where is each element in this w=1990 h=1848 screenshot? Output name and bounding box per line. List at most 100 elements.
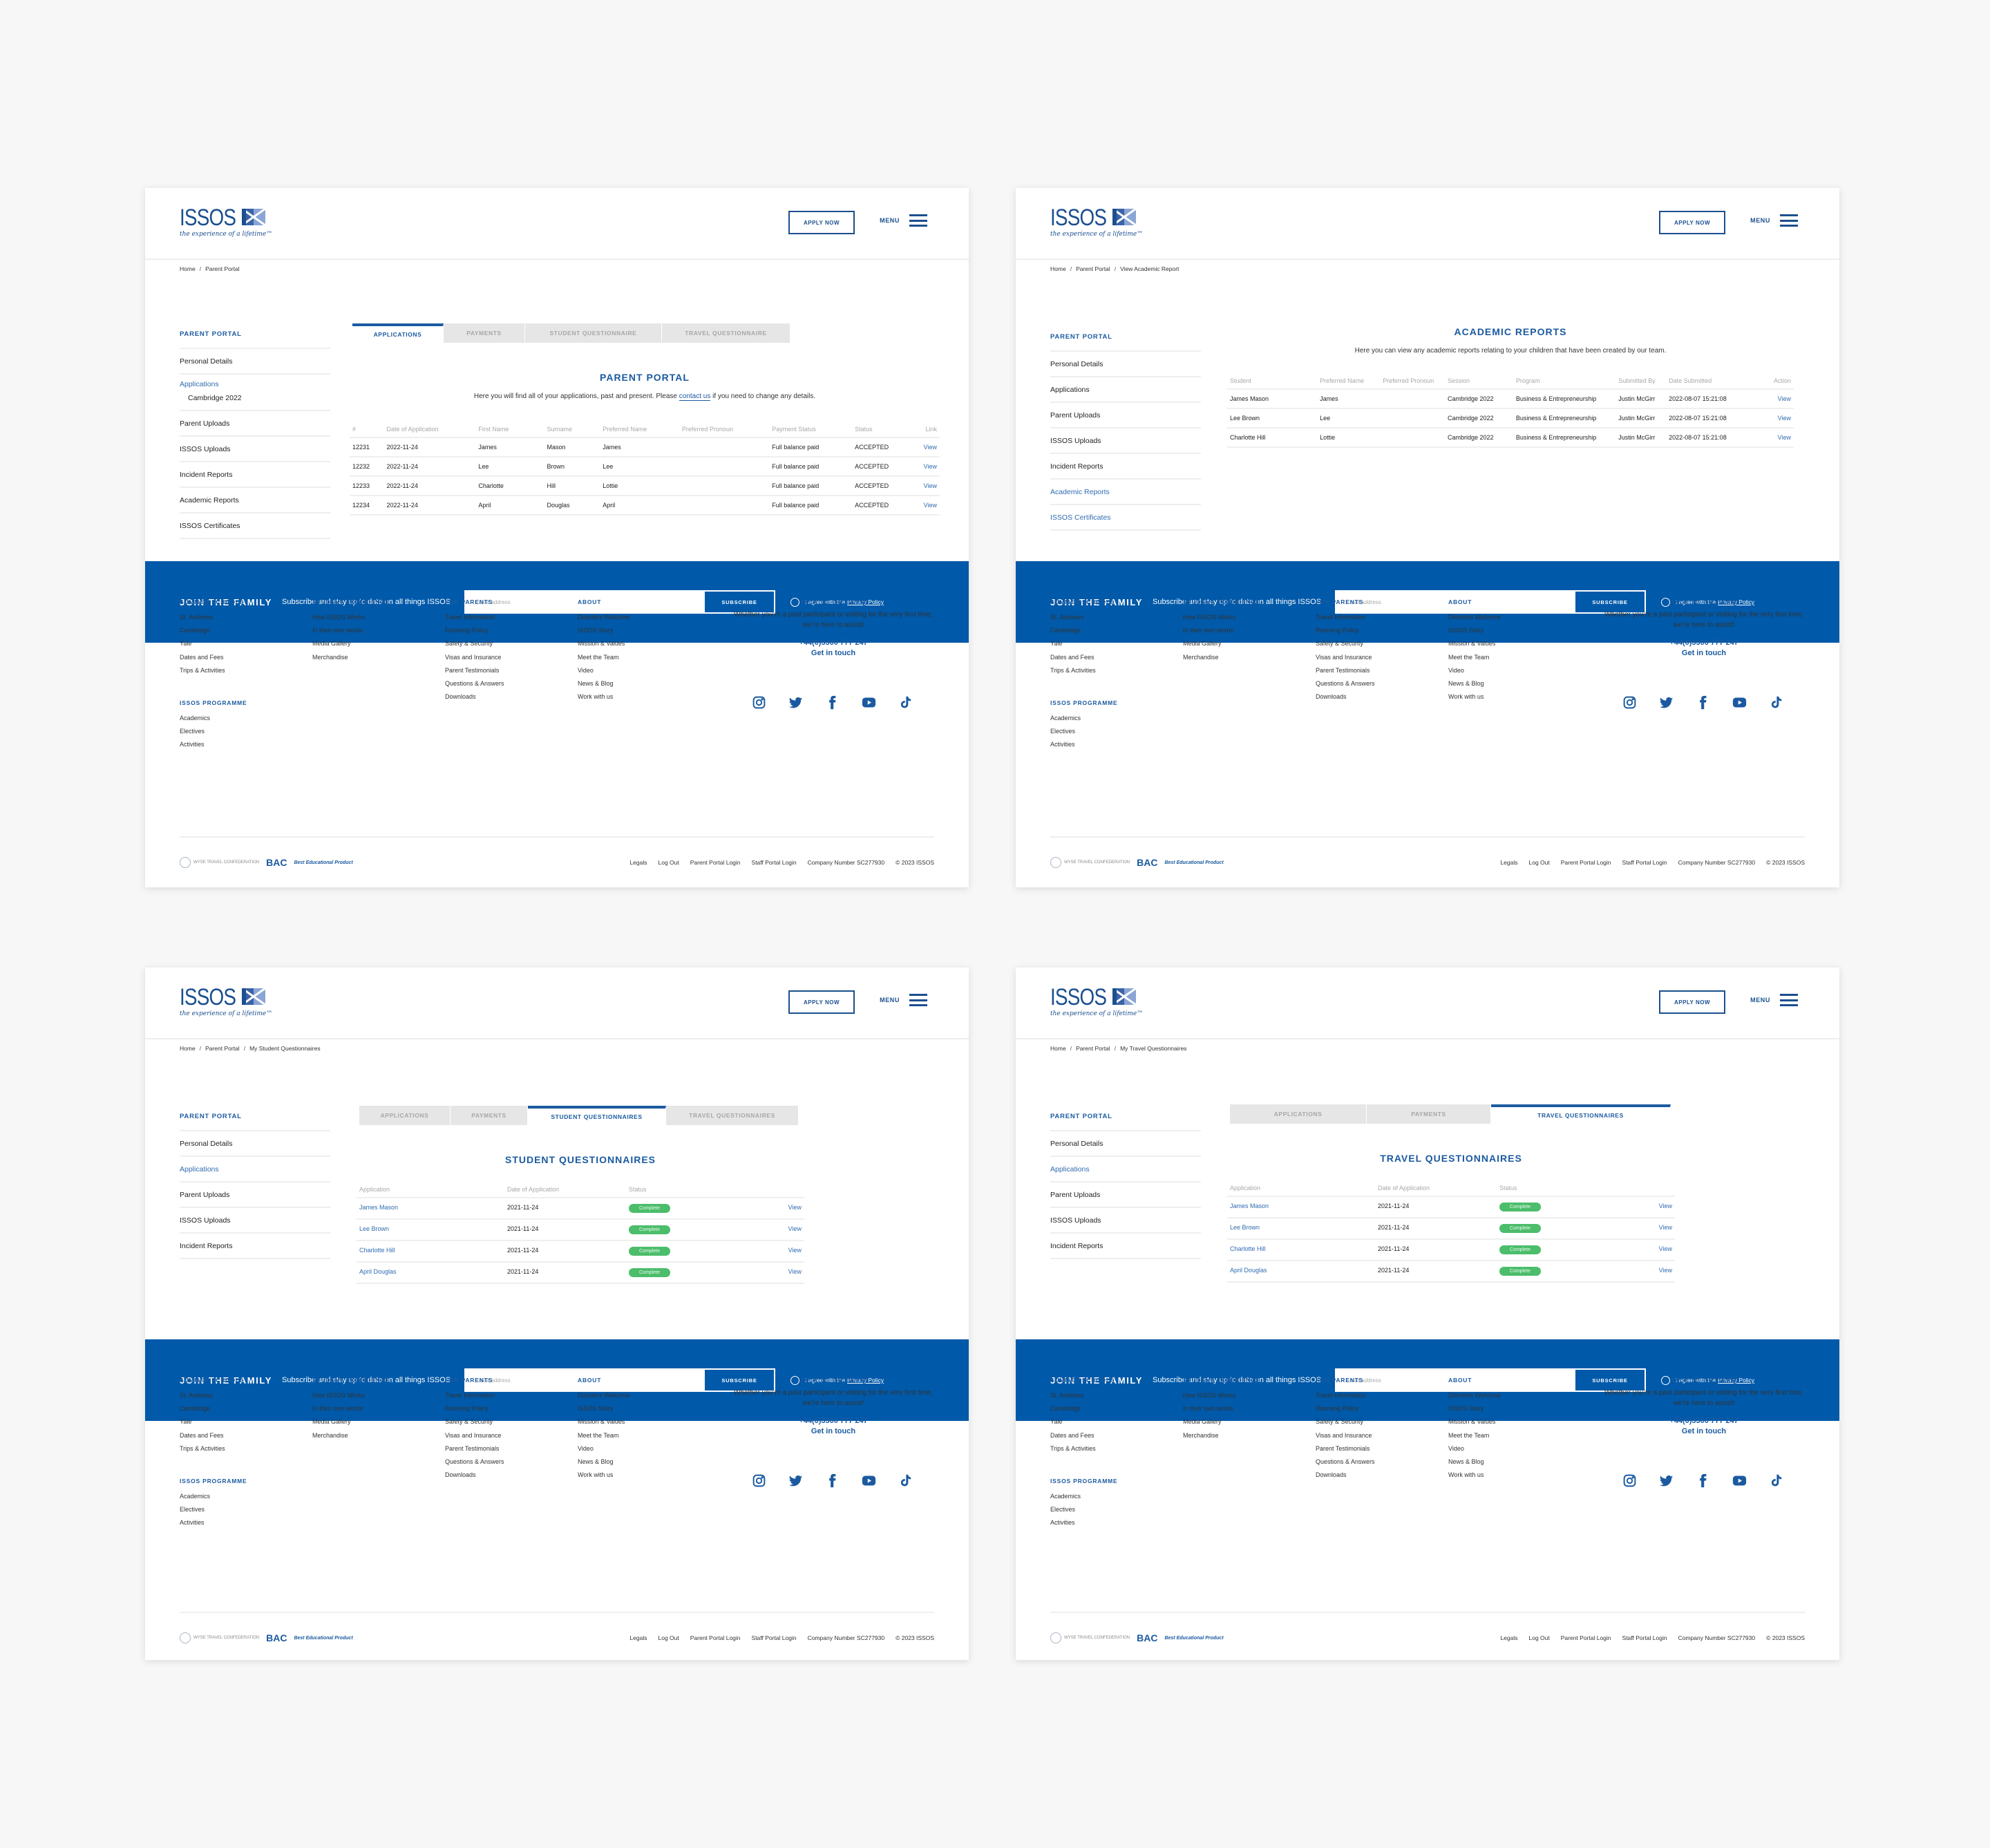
breadcrumb-item[interactable]: Home — [180, 265, 196, 272]
application-link[interactable]: April Douglas — [357, 1262, 504, 1284]
view-link[interactable]: View — [1757, 428, 1794, 448]
footer-link[interactable]: Downloads — [445, 690, 504, 704]
footer-link[interactable]: Video — [578, 664, 630, 677]
footer-link[interactable]: How ISSOS Works — [1183, 611, 1260, 624]
footer-link[interactable]: Electives — [1050, 1503, 1117, 1516]
footer-link[interactable]: Meet the Team — [578, 651, 630, 664]
footer-link[interactable]: Yale — [1050, 637, 1115, 650]
tab-applications[interactable]: APPLICATIONS — [1230, 1104, 1367, 1124]
hamburger-icon[interactable] — [1780, 994, 1798, 1006]
sidebar-subitem[interactable]: Cambridge 2022 — [180, 393, 330, 411]
instagram-icon[interactable] — [1622, 695, 1637, 713]
view-link[interactable]: View — [764, 1198, 804, 1220]
footer-link[interactable]: Trips & Activities — [1050, 664, 1115, 677]
footer-link[interactable]: Safety & Security — [1316, 1415, 1375, 1429]
view-link[interactable]: View — [764, 1241, 804, 1263]
legal-link[interactable]: Log Out — [658, 859, 679, 866]
footer-link[interactable]: Safety & Security — [445, 637, 504, 650]
breadcrumb-item[interactable]: Parent Portal — [1076, 1045, 1110, 1052]
contact-us-link[interactable]: contact us — [679, 393, 711, 401]
tab-applications[interactable]: APPLICATIONS — [352, 323, 444, 343]
issos-logo[interactable]: ISSOS the experience of a lifetime™ — [180, 206, 276, 238]
footer-link[interactable]: Dates and Fees — [1050, 651, 1115, 664]
view-link[interactable]: View — [1757, 408, 1794, 428]
youtube-icon[interactable] — [862, 695, 876, 713]
footer-link[interactable]: Rooming Policy — [445, 624, 504, 637]
get-in-touch-link[interactable]: Get in touch — [1603, 649, 1805, 657]
sidebar-item-issos-certificates[interactable]: ISSOS Certificates — [1050, 505, 1201, 531]
footer-link[interactable]: Electives — [180, 1503, 247, 1516]
menu-button[interactable]: MENU — [1750, 214, 1798, 227]
facebook-icon[interactable] — [825, 1473, 840, 1491]
legal-link[interactable]: Legals — [1500, 859, 1517, 866]
tab-student-questionnaires[interactable]: STUDENT QUESTIONNAIRES — [528, 1106, 666, 1125]
footer-link[interactable]: Academics — [1050, 712, 1117, 725]
footer-link[interactable]: Questions & Answers — [1316, 677, 1375, 690]
view-link[interactable]: View — [915, 457, 940, 477]
footer-link[interactable]: St. Andrews — [180, 611, 244, 624]
footer-link[interactable]: Dates and Fees — [180, 1429, 244, 1442]
footer-link[interactable]: Dates and Fees — [1050, 1429, 1115, 1442]
footer-link[interactable]: Dates and Fees — [180, 651, 244, 664]
footer-link[interactable]: Safety & Security — [445, 1415, 504, 1429]
footer-link[interactable]: Mission & Values — [578, 637, 630, 650]
facebook-icon[interactable] — [1696, 695, 1710, 713]
footer-link[interactable]: Travel Information — [1316, 611, 1375, 624]
legal-link[interactable]: Staff Portal Login — [1622, 859, 1667, 866]
footer-link[interactable]: Parent Testimonials — [1316, 664, 1375, 677]
footer-link[interactable]: Directors Welcome — [1448, 611, 1501, 624]
footer-link[interactable]: Travel Information — [1316, 1389, 1375, 1402]
breadcrumb-item[interactable]: Home — [1050, 265, 1066, 272]
apply-now-button[interactable]: APPLY NOW — [1659, 990, 1725, 1014]
legal-link[interactable]: Staff Portal Login — [752, 1634, 797, 1641]
breadcrumb-item[interactable]: Parent Portal — [205, 1045, 240, 1052]
hamburger-icon[interactable] — [909, 994, 927, 1006]
hamburger-icon[interactable] — [1780, 214, 1798, 227]
apply-now-button[interactable]: APPLY NOW — [788, 211, 855, 234]
legal-link[interactable]: Log Out — [658, 1634, 679, 1641]
footer-link[interactable]: Work with us — [1448, 690, 1501, 704]
tiktok-icon[interactable] — [1769, 1473, 1783, 1491]
footer-link[interactable]: In their own words — [1183, 624, 1260, 637]
apply-now-button[interactable]: APPLY NOW — [788, 990, 855, 1014]
sidebar-item-incident-reports[interactable]: Incident Reports — [1050, 454, 1201, 480]
footer-link[interactable]: Media Gallery — [312, 637, 390, 650]
youtube-icon[interactable] — [1732, 1473, 1747, 1491]
footer-link[interactable]: Academics — [180, 1490, 247, 1503]
footer-link[interactable]: St. Andrews — [1050, 1389, 1115, 1402]
twitter-icon[interactable] — [788, 695, 803, 713]
get-in-touch-link[interactable]: Get in touch — [732, 1427, 934, 1435]
breadcrumb-item[interactable]: Home — [180, 1045, 196, 1052]
legal-link[interactable]: Parent Portal Login — [690, 859, 741, 866]
sidebar-item-academic-reports[interactable]: Academic Reports — [180, 488, 330, 513]
footer-link[interactable]: Cambridge — [1050, 1402, 1115, 1415]
sidebar-item-applications[interactable]: Applications — [1050, 377, 1201, 403]
view-link[interactable]: View — [915, 437, 940, 458]
footer-link[interactable]: Activities — [180, 1516, 247, 1529]
view-link[interactable]: View — [764, 1262, 804, 1284]
footer-link[interactable]: News & Blog — [1448, 1455, 1501, 1469]
legal-link[interactable]: Log Out — [1529, 1634, 1550, 1641]
footer-link[interactable]: How ISSOS Works — [1183, 1389, 1260, 1402]
footer-link[interactable]: How ISSOS Works — [312, 611, 390, 624]
footer-link[interactable]: Questions & Answers — [445, 677, 504, 690]
view-link[interactable]: View — [915, 496, 940, 516]
footer-link[interactable]: Rooming Policy — [1316, 624, 1375, 637]
footer-link[interactable]: St. Andrews — [180, 1389, 244, 1402]
application-link[interactable]: Charlotte Hill — [1227, 1239, 1375, 1261]
footer-link[interactable]: Visas and Insurance — [445, 1429, 504, 1442]
footer-link[interactable]: Electives — [180, 725, 247, 738]
sidebar-item-issos-certificates[interactable]: ISSOS Certificates — [180, 513, 330, 539]
view-link[interactable]: View — [915, 476, 940, 496]
footer-link[interactable]: Academics — [1050, 1490, 1117, 1503]
view-link[interactable]: View — [1635, 1239, 1675, 1261]
get-in-touch-link[interactable]: Get in touch — [732, 649, 934, 657]
application-link[interactable]: Lee Brown — [357, 1219, 504, 1241]
breadcrumb-item[interactable]: Parent Portal — [1076, 265, 1110, 272]
issos-logo[interactable]: ISSOS the experience of a lifetime™ — [180, 986, 276, 1017]
legal-link[interactable]: Parent Portal Login — [690, 1634, 741, 1641]
phone-link[interactable]: +44(0)3300 777 247 — [1603, 639, 1805, 647]
sidebar-item-personal-details[interactable]: Personal Details — [180, 349, 330, 375]
footer-link[interactable]: Activities — [1050, 738, 1117, 751]
footer-link[interactable]: ISSOS Story — [1448, 1402, 1501, 1415]
